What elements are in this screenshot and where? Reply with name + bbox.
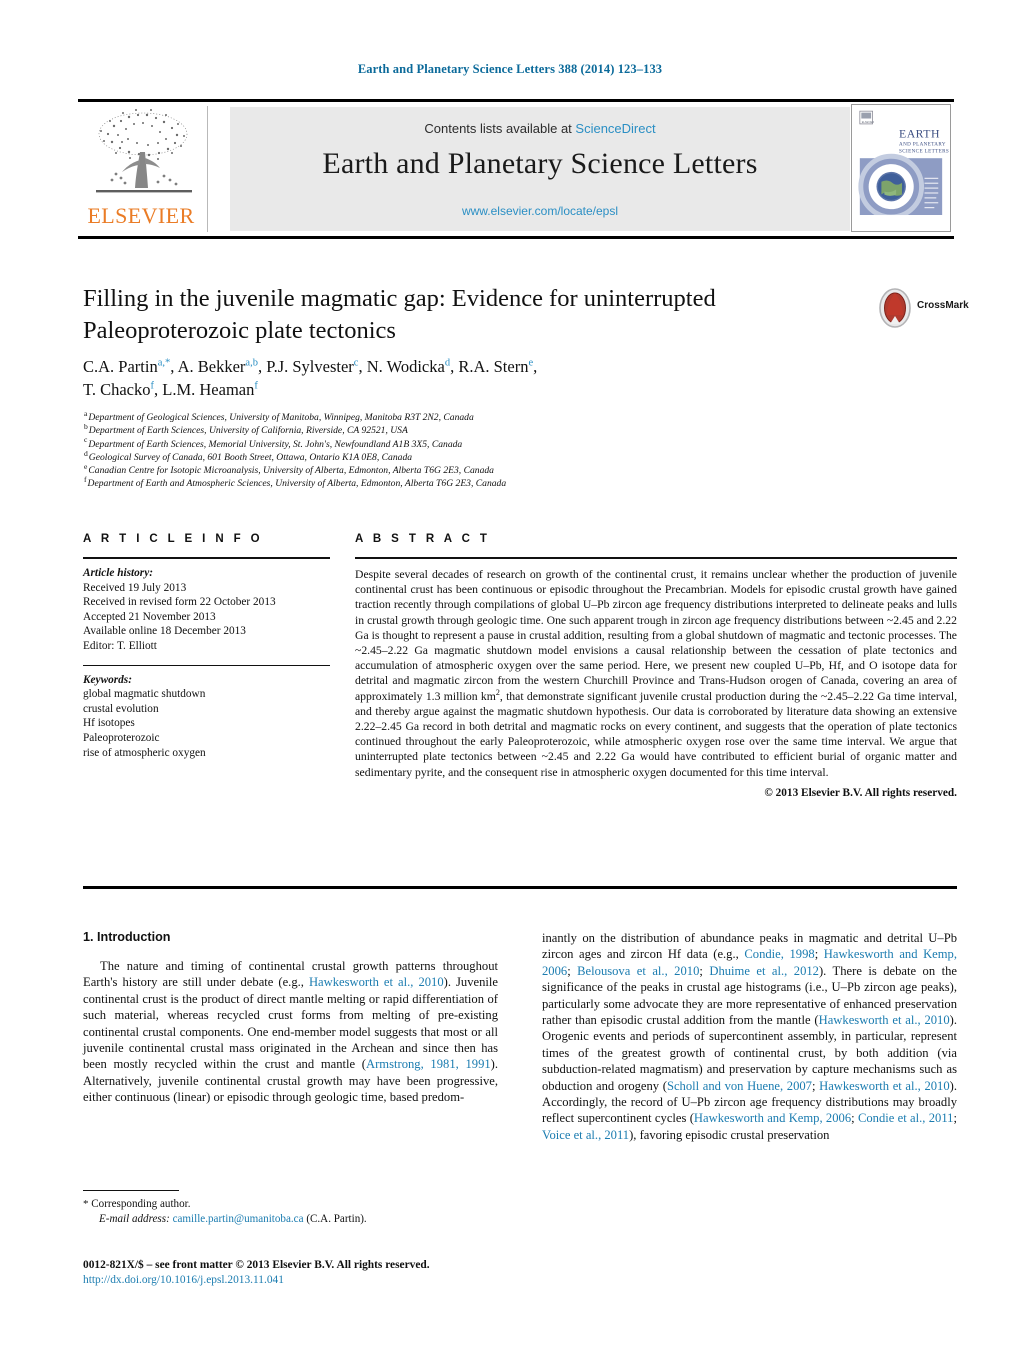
keyword-item: Hf isotopes: [83, 717, 135, 730]
journal-article-page: Earth and Planetary Science Letters 388 …: [0, 0, 1020, 1351]
citation-link[interactable]: Hawkesworth et al., 2010: [309, 975, 444, 989]
journal-homepage-link[interactable]: www.elsevier.com/locate/epsl: [230, 204, 850, 218]
masthead-center-panel: Contents lists available at ScienceDirec…: [230, 107, 850, 231]
keywords-label: Keywords:: [83, 673, 132, 686]
author-list: C.A. Partina,*, A. Bekkera,b, P.J. Sylve…: [83, 355, 883, 401]
citation-link[interactable]: Hawkesworth et al., 2010: [819, 1079, 950, 1093]
citation-link[interactable]: Hawkesworth et al., 2010: [819, 1013, 950, 1027]
abstract-rule: [355, 557, 957, 559]
corresponding-author-note: * Corresponding author.: [83, 1197, 503, 1212]
elsevier-wordmark: ELSEVIER: [87, 203, 195, 228]
affiliation-text: Canadian Centre for Isotopic Microanalys…: [88, 465, 494, 477]
article-info-block: A R T I C L E I N F O Article history: R…: [83, 533, 330, 760]
history-item: Available online 18 December 2013: [83, 625, 246, 638]
abstract-text: Despite several decades of research on g…: [355, 568, 957, 779]
author-line-2: T. Chackof, L.M. Heamanf: [83, 380, 258, 399]
affiliation-mark: f: [84, 475, 87, 485]
crossmark-badge-group[interactable]: CrossMark: [876, 288, 969, 328]
citation-link[interactable]: Hawkesworth and Kemp, 2006: [694, 1111, 851, 1125]
affiliation-text: Geological Survey of Canada, 601 Booth S…: [88, 451, 413, 463]
citation-link[interactable]: Condie, 1998: [744, 947, 814, 961]
sciencedirect-link[interactable]: ScienceDirect: [575, 121, 655, 136]
affiliation-text: Department of Earth Sciences, University…: [88, 425, 408, 437]
affiliation-item: cDepartment of Earth Sciences, Memorial …: [84, 435, 704, 451]
affiliation-list: aDepartment of Geological Sciences, Univ…: [84, 408, 704, 491]
corresponding-author-text: Corresponding author.: [91, 1198, 191, 1210]
masthead-bottom-rule: [78, 236, 954, 239]
svg-text:ELSEVIER: ELSEVIER: [862, 121, 875, 124]
article-info-rule: [83, 557, 330, 559]
history-item: Editor: T. Elliott: [83, 639, 157, 652]
keywords-block: Keywords: global magmatic shutdown crust…: [83, 673, 330, 761]
keywords-rule: [83, 664, 330, 666]
affiliation-mark: e: [84, 462, 88, 471]
svg-text:AND PLANETARY: AND PLANETARY: [899, 141, 946, 147]
citation-link[interactable]: Condie et al., 2011: [858, 1111, 954, 1125]
intro-paragraph-left: The nature and timing of continental cru…: [83, 959, 499, 1105]
affiliation-item: bDepartment of Earth Sciences, Universit…: [84, 422, 704, 437]
keyword-item: crustal evolution: [83, 702, 159, 715]
email-suffix: (C.A. Partin).: [306, 1212, 367, 1225]
article-info-heading: A R T I C L E I N F O: [83, 533, 264, 545]
asterisk-icon: *: [83, 1198, 89, 1210]
body-column-right: inantly on the distribution of abundance…: [542, 930, 957, 1143]
affiliation-text: Department of Geological Sciences, Unive…: [88, 412, 474, 423]
issn-line: 0012-821X/$ – see front matter © 2013 El…: [83, 1259, 430, 1271]
article-history: Article history: Received 19 July 2013 R…: [83, 566, 330, 654]
contents-available-line: Contents lists available at ScienceDirec…: [230, 121, 850, 136]
footnote-rule: [83, 1190, 179, 1191]
email-label: E-mail address:: [99, 1212, 170, 1225]
affiliation-item: eCanadian Centre for Isotopic Microanaly…: [84, 462, 704, 477]
email-link[interactable]: camille.partin@umanitoba.ca: [173, 1213, 304, 1225]
svg-text:EARTH: EARTH: [899, 128, 940, 141]
keyword-item: global magmatic shutdown: [83, 688, 206, 701]
history-item: Received 19 July 2013: [83, 581, 187, 594]
abstract-block: A B S T R A C T Despite several decades …: [355, 533, 957, 799]
citation-link[interactable]: Dhuime et al., 2012: [709, 964, 819, 978]
crossmark-label: CrossMark: [917, 300, 969, 311]
running-head: Earth and Planetary Science Letters 388 …: [357, 62, 663, 76]
elsevier-logo: ELSEVIER: [80, 106, 208, 232]
affiliation-mark: b: [84, 422, 88, 432]
email-note: E-mail address: camille.partin@umanitoba…: [83, 1212, 503, 1227]
intro-paragraph-right: inantly on the distribution of abundance…: [542, 931, 958, 1142]
affiliation-text: Department of Earth Sciences, Memorial U…: [88, 438, 463, 450]
abstract-copyright: © 2013 Elsevier B.V. All rights reserved…: [764, 786, 957, 799]
affiliation-mark: c: [84, 435, 88, 445]
citation-link[interactable]: Belousova et al., 2010: [577, 964, 699, 978]
article-history-label: Article history:: [83, 567, 153, 579]
affiliation-mark: d: [84, 448, 88, 458]
imprint-block: 0012-821X/$ – see front matter © 2013 El…: [83, 1258, 553, 1289]
citation-link[interactable]: Voice et al., 2011: [542, 1128, 629, 1142]
section-heading-introduction: 1. Introduction: [83, 930, 171, 944]
history-item: Accepted 21 November 2013: [83, 610, 216, 623]
history-item: Received in revised form 22 October 2013: [83, 596, 276, 609]
journal-masthead: ELSEVIER Contents lists available at Sci…: [78, 99, 954, 239]
elsevier-tree-icon: [96, 109, 192, 193]
masthead-top-rule: [78, 99, 954, 102]
doi-link[interactable]: http://dx.doi.org/10.1016/j.epsl.2013.11…: [83, 1273, 553, 1288]
body-column-left: 1. Introduction The nature and timing of…: [83, 930, 498, 1106]
abstract-bottom-rule: [83, 886, 957, 889]
affiliation-item: aDepartment of Geological Sciences, Univ…: [84, 408, 704, 424]
author-line-1: C.A. Partina,*, A. Bekkera,b, P.J. Sylve…: [83, 357, 538, 376]
svg-text:SCIENCE LETTERS: SCIENCE LETTERS: [899, 148, 949, 154]
affiliation-item: dGeological Survey of Canada, 601 Booth …: [84, 448, 704, 464]
article-title: Filling in the juvenile magmatic gap: Ev…: [83, 285, 716, 344]
citation-link[interactable]: Scholl and von Huene, 2007: [667, 1079, 812, 1093]
abstract-heading: A B S T R A C T: [355, 533, 491, 545]
journal-cover-artwork: ELSEVIER EARTH AND PLANETARY SCIENCE LET…: [852, 105, 950, 231]
journal-cover-thumbnail: ELSEVIER EARTH AND PLANETARY SCIENCE LET…: [851, 104, 951, 232]
affiliation-item: fDepartment of Earth and Atmospheric Sci…: [84, 475, 704, 490]
affiliation-mark: a: [84, 408, 88, 418]
journal-title: Earth and Planetary Science Letters: [322, 147, 758, 180]
affiliation-text: Department of Earth and Atmospheric Scie…: [87, 478, 507, 490]
contents-prefix: Contents lists available at: [424, 121, 576, 136]
keyword-item: Paleoproterozoic: [83, 731, 160, 744]
citation-link[interactable]: Armstrong, 1981, 1991: [366, 1057, 491, 1071]
footnote-block: * Corresponding author. E-mail address: …: [83, 1190, 503, 1226]
crossmark-icon[interactable]: [876, 288, 914, 328]
keyword-item: rise of atmospheric oxygen: [83, 746, 206, 759]
